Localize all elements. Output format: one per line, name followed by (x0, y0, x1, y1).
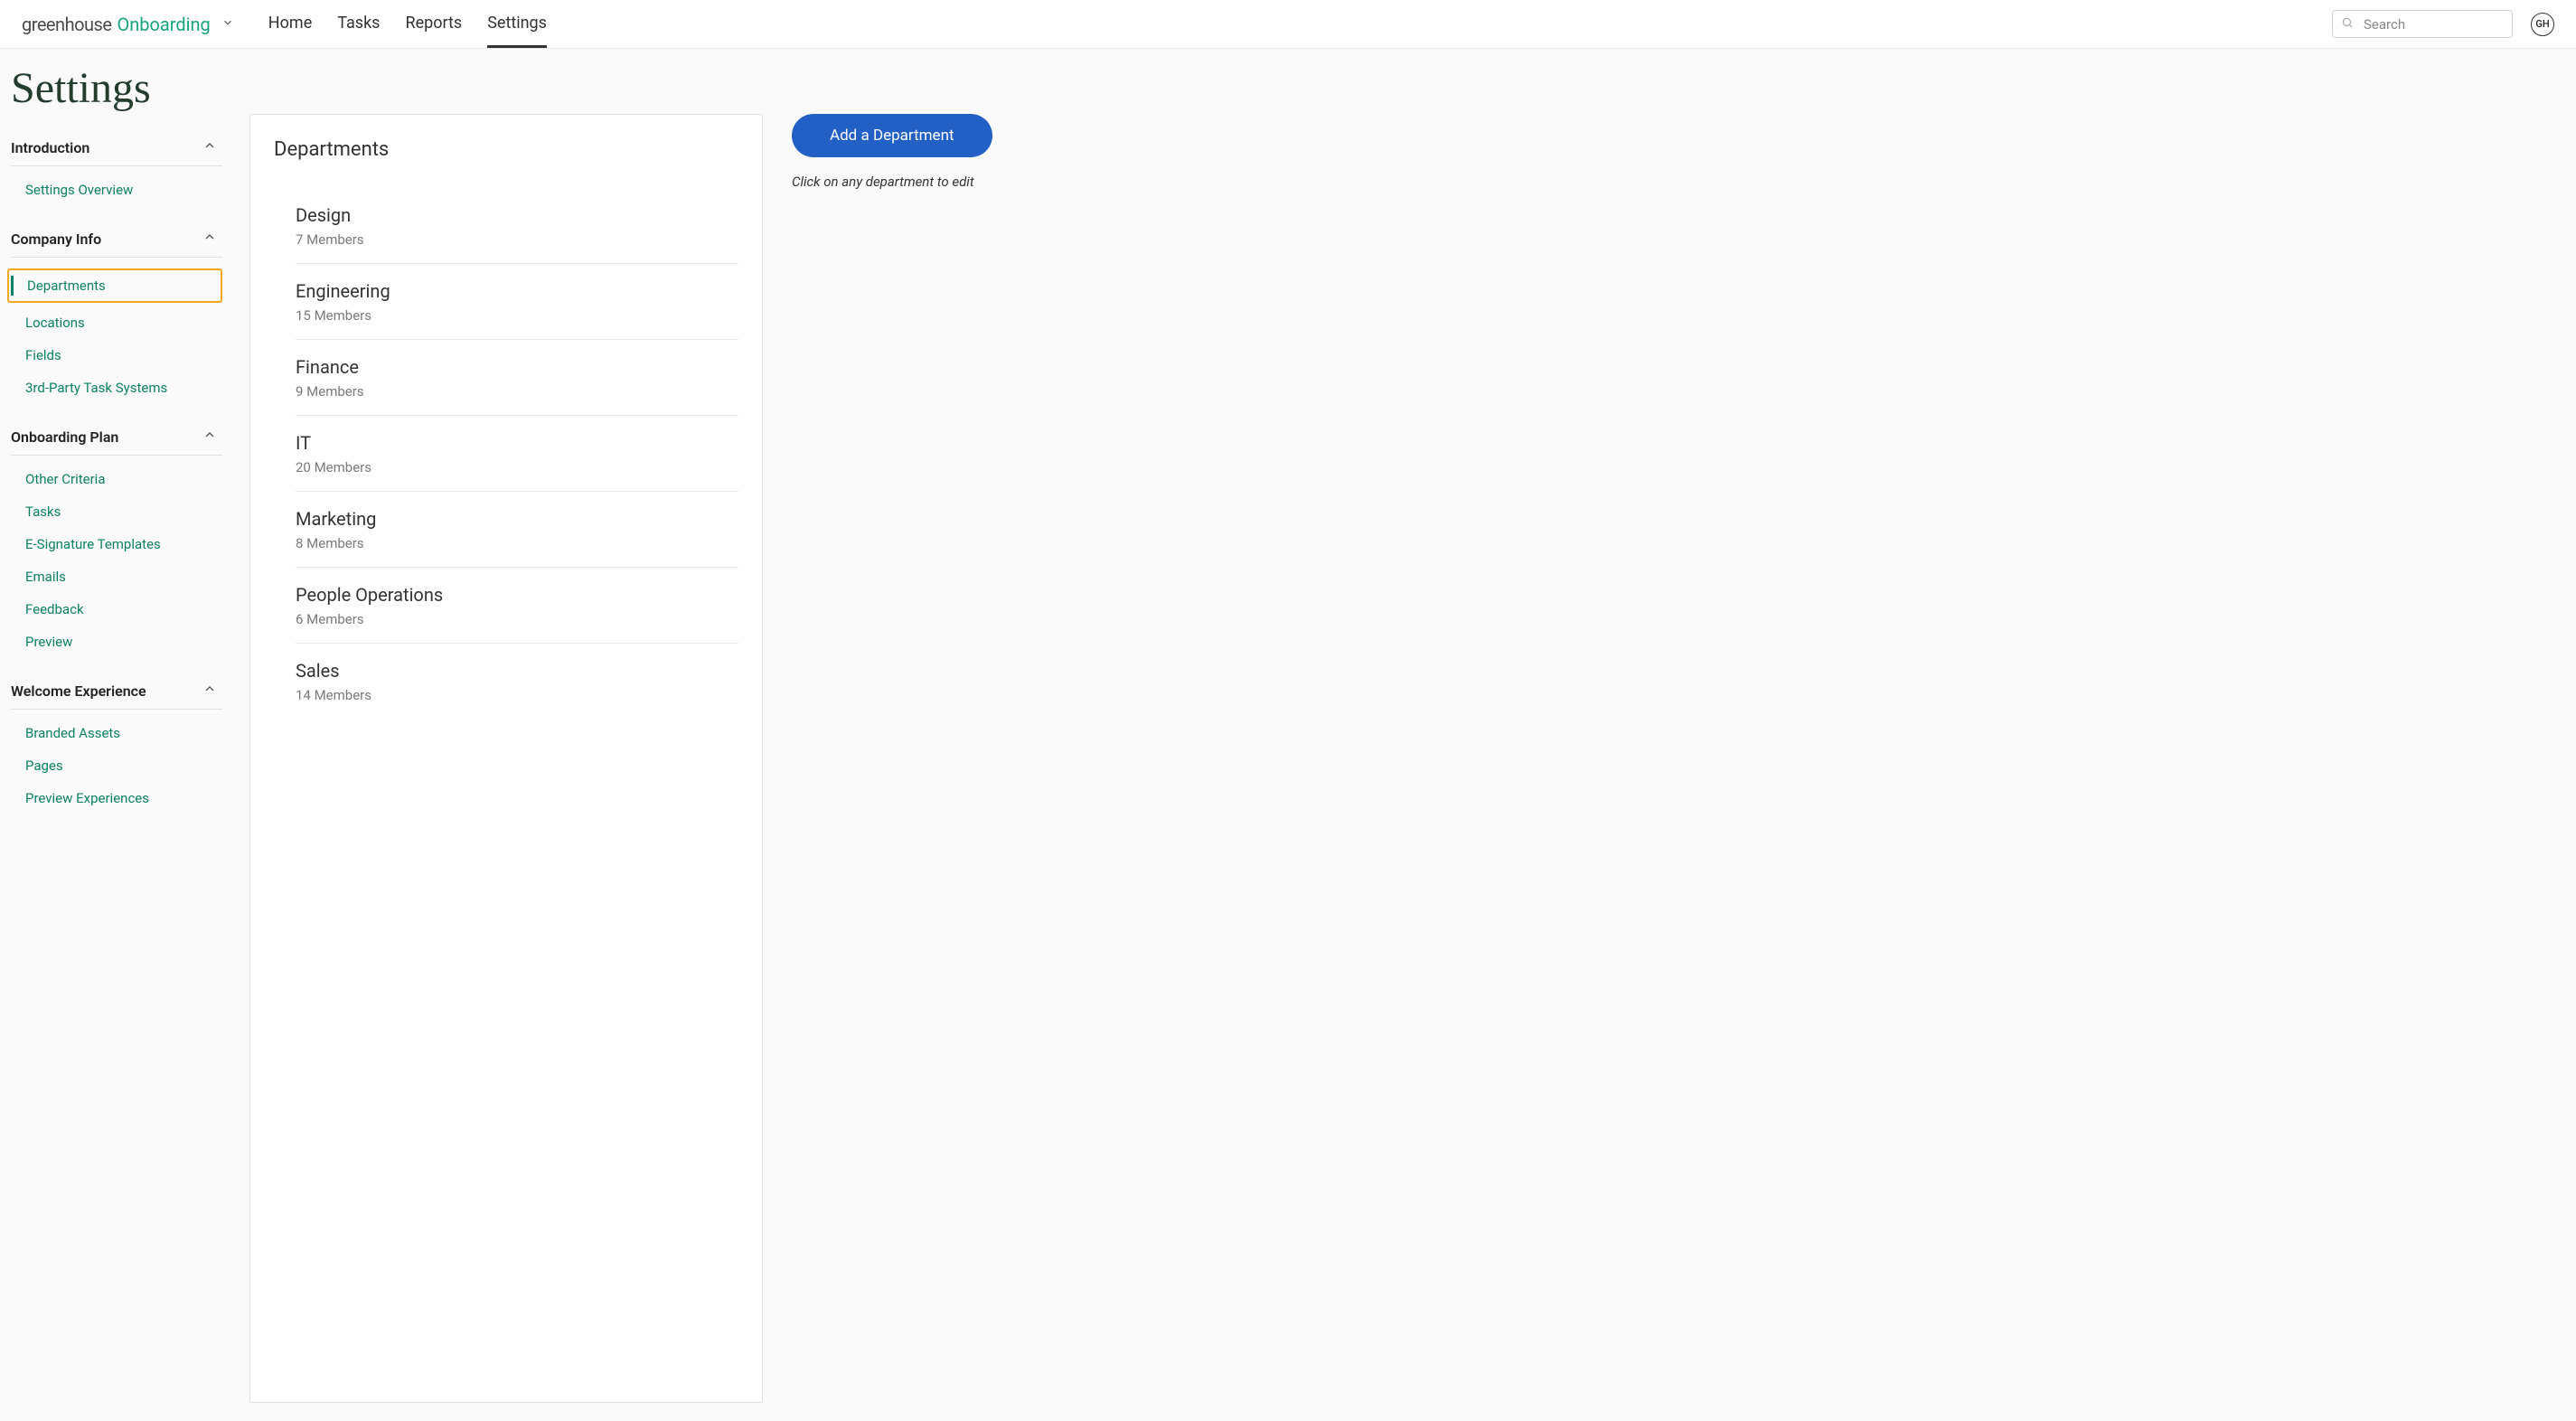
page-body: Settings Introduction Settings Overview … (0, 49, 2576, 1421)
add-department-button[interactable]: Add a Department (792, 114, 992, 157)
chevron-up-icon (202, 138, 217, 156)
main-content: Departments Design 7 Members Engineering 15… (249, 49, 2576, 1421)
chevron-down-icon[interactable] (221, 15, 234, 33)
chevron-up-icon (202, 428, 217, 446)
nav-settings[interactable]: Settings (487, 1, 547, 48)
logo-word-greenhouse: greenhouse (22, 14, 111, 35)
department-members: 6 Members (296, 611, 738, 627)
department-item[interactable]: IT 20 Members (296, 416, 738, 492)
department-name: Design (296, 204, 738, 226)
sidebar-item-fields[interactable]: Fields (11, 339, 249, 372)
department-members: 9 Members (296, 383, 738, 400)
department-name: People Operations (296, 584, 738, 606)
logo[interactable]: greenhouse Onboarding (22, 14, 234, 35)
nav-home[interactable]: Home (268, 1, 312, 48)
sidebar-item-esignature[interactable]: E-Signature Templates (11, 528, 249, 560)
topbar: greenhouse Onboarding Home Tasks Reports… (0, 0, 2576, 49)
section-header-welcome-experience[interactable]: Welcome Experience (11, 673, 222, 710)
section-items-onboarding-plan: Other Criteria Tasks E-Signature Templat… (11, 456, 249, 673)
section-header-company-info[interactable]: Company Info (11, 221, 222, 258)
department-list: Design 7 Members Engineering 15 Members Fina… (274, 188, 738, 719)
section-header-introduction[interactable]: Introduction (11, 129, 222, 166)
logo-word-onboarding: Onboarding (117, 14, 210, 35)
section-header-onboarding-plan[interactable]: Onboarding Plan (11, 419, 222, 456)
section-title-onboarding-plan: Onboarding Plan (11, 428, 118, 446)
section-title-introduction: Introduction (11, 139, 89, 156)
departments-panel: Departments Design 7 Members Engineering 15… (249, 114, 763, 1403)
sidebar-item-settings-overview[interactable]: Settings Overview (11, 174, 249, 206)
avatar[interactable]: GH (2531, 13, 2554, 36)
sidebar-item-label: Departments (27, 278, 106, 294)
department-item[interactable]: Engineering 15 Members (296, 264, 738, 340)
sidebar-item-preview-experiences[interactable]: Preview Experiences (11, 782, 249, 814)
section-items-welcome-experience: Branded Assets Pages Preview Experiences (11, 710, 249, 829)
search-input[interactable] (2332, 10, 2513, 38)
edit-hint-text: Click on any department to edit (792, 174, 974, 190)
chevron-up-icon (202, 230, 217, 248)
department-name: Sales (296, 660, 738, 682)
department-name: Engineering (296, 280, 738, 302)
panel-title: Departments (274, 138, 738, 161)
sidebar-item-feedback[interactable]: Feedback (11, 593, 249, 626)
department-item[interactable]: Marketing 8 Members (296, 492, 738, 568)
section-title-welcome-experience: Welcome Experience (11, 682, 146, 700)
department-members: 20 Members (296, 459, 738, 475)
section-title-company-info: Company Info (11, 231, 101, 248)
department-item[interactable]: People Operations 6 Members (296, 568, 738, 644)
page-title: Settings (11, 58, 249, 129)
nav-tasks[interactable]: Tasks (337, 1, 380, 48)
department-name: IT (296, 432, 738, 454)
sidebar-item-other-criteria[interactable]: Other Criteria (11, 463, 249, 495)
sidebar-item-pages[interactable]: Pages (11, 749, 249, 782)
department-name: Finance (296, 356, 738, 378)
sidebar-item-locations[interactable]: Locations (11, 306, 249, 339)
sidebar-item-departments[interactable]: Departments (7, 268, 222, 303)
main-nav: Home Tasks Reports Settings (268, 1, 547, 48)
sidebar-item-branded-assets[interactable]: Branded Assets (11, 717, 249, 749)
department-item[interactable]: Design 7 Members (296, 188, 738, 264)
search-box (2332, 10, 2513, 38)
sidebar-item-tasks[interactable]: Tasks (11, 495, 249, 528)
topbar-right: GH (2332, 10, 2554, 38)
right-actions: Add a Department Click on any department… (792, 114, 992, 1403)
department-members: 15 Members (296, 307, 738, 324)
nav-reports[interactable]: Reports (405, 1, 462, 48)
department-members: 14 Members (296, 687, 738, 703)
sidebar: Settings Introduction Settings Overview … (0, 49, 249, 1421)
section-items-introduction: Settings Overview (11, 166, 249, 221)
department-item[interactable]: Finance 9 Members (296, 340, 738, 416)
sidebar-item-third-party[interactable]: 3rd-Party Task Systems (11, 372, 249, 404)
department-item[interactable]: Sales 14 Members (296, 644, 738, 719)
department-members: 7 Members (296, 231, 738, 248)
department-members: 8 Members (296, 535, 738, 551)
sidebar-item-emails[interactable]: Emails (11, 560, 249, 593)
department-name: Marketing (296, 508, 738, 530)
avatar-initials: GH (2535, 18, 2549, 30)
chevron-up-icon (202, 682, 217, 700)
section-items-company-info: Departments Locations Fields 3rd-Party T… (11, 258, 249, 419)
sidebar-item-preview[interactable]: Preview (11, 626, 249, 658)
search-icon (2341, 15, 2354, 33)
